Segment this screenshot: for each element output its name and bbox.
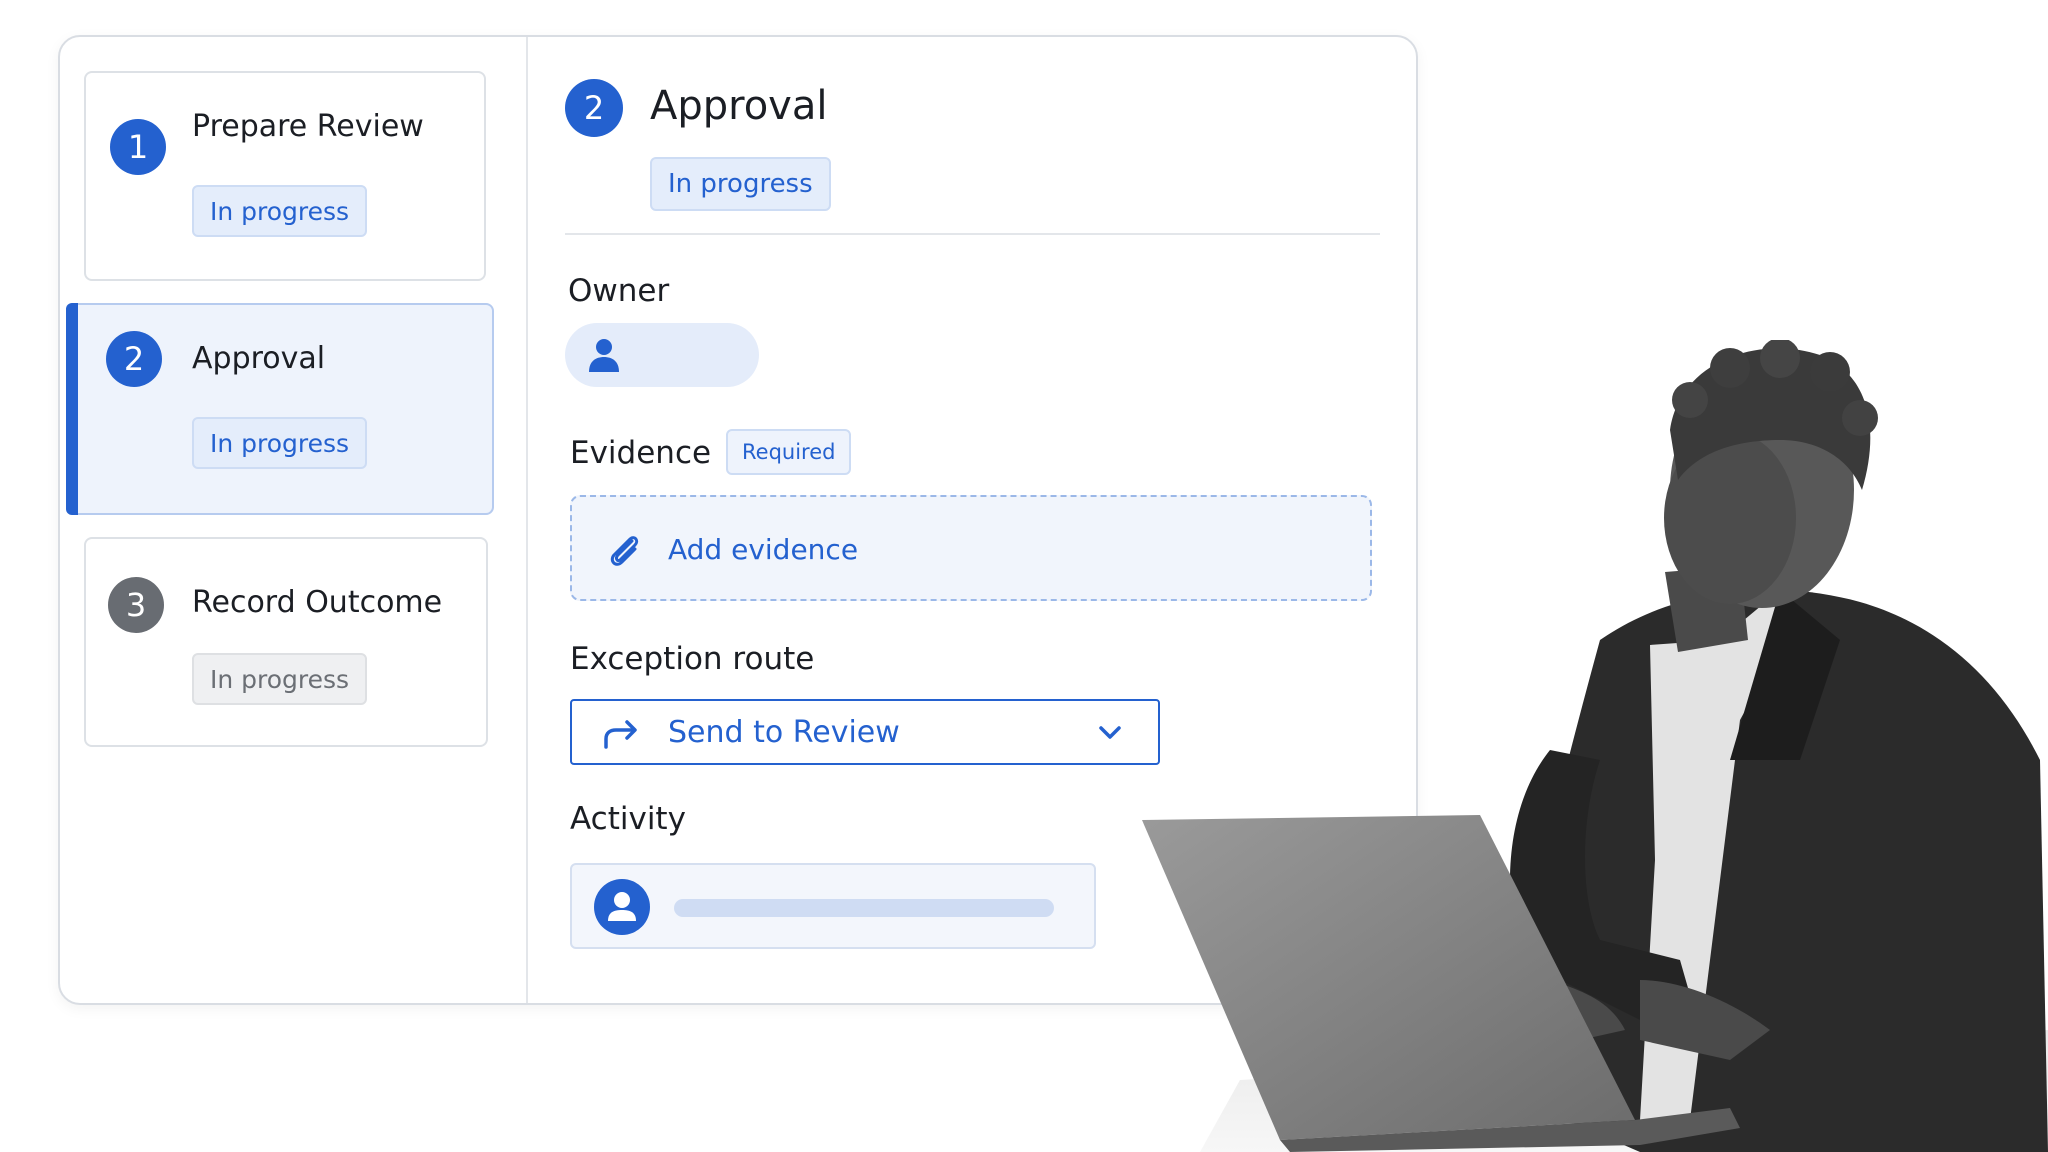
owner-label: Owner [568, 273, 670, 309]
panel-divider [526, 37, 528, 1003]
step-title: Record Outcome [192, 585, 443, 620]
step-number-badge: 1 [110, 119, 166, 175]
detail-status-badge: In progress [650, 157, 831, 211]
activity-item[interactable] [570, 863, 1096, 949]
activity-placeholder-bar [674, 899, 1054, 917]
step-title: Approval [192, 341, 326, 376]
paperclip-icon [610, 536, 639, 566]
detail-step-number: 2 [565, 79, 623, 137]
step-number-badge: 3 [108, 577, 164, 633]
step-card-prepare-review[interactable]: 1 Prepare Review In progress [84, 71, 486, 281]
owner-chip[interactable] [565, 323, 759, 387]
person-at-laptop-photo [1142, 340, 2048, 1152]
step-card-record-outcome[interactable]: 3 Record Outcome In progress [84, 537, 488, 747]
forward-arrow-icon [604, 720, 637, 749]
step-status-badge: In progress [192, 417, 368, 469]
active-step-indicator [66, 303, 78, 515]
activity-label: Activity [570, 801, 686, 837]
add-evidence-link[interactable]: Add evidence [668, 533, 858, 566]
step-number-badge: 2 [106, 331, 162, 387]
step-card-approval[interactable]: 2 Approval In progress [66, 303, 494, 515]
person-icon [608, 892, 636, 921]
step-status-badge: In progress [192, 185, 368, 237]
exception-route-value: Send to Review [668, 715, 900, 750]
exception-route-select[interactable]: Send to Review [570, 699, 1160, 765]
header-divider [565, 233, 1380, 235]
evidence-label: Evidence [570, 435, 712, 471]
person-icon [589, 339, 619, 372]
stage: 1 Prepare Review In progress 2 Approval … [0, 0, 2048, 1152]
step-title: Prepare Review [192, 109, 424, 144]
detail-title: Approval [650, 83, 828, 129]
required-badge: Required [726, 429, 852, 475]
exception-route-label: Exception route [570, 641, 815, 677]
avatar [594, 879, 650, 935]
step-status-badge: In progress [192, 653, 368, 705]
